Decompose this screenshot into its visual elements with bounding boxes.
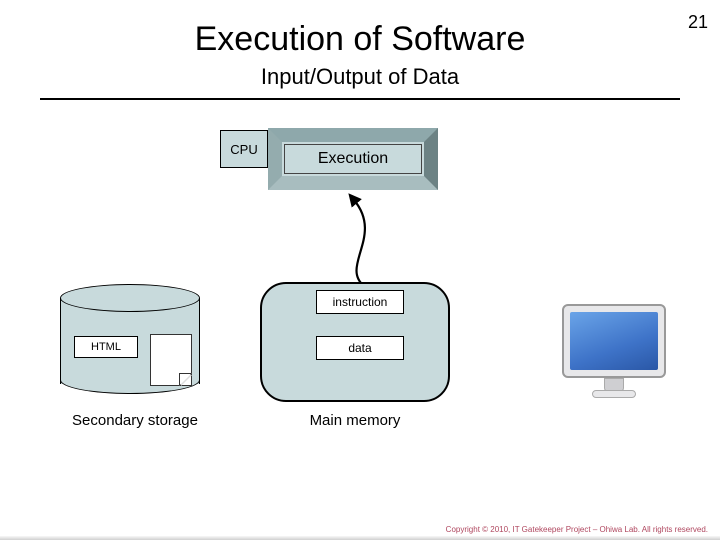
file-label: HTML <box>74 336 138 358</box>
instruction-cell: instruction <box>316 290 404 314</box>
cpu-label-box: CPU <box>220 130 268 168</box>
copyright-footer: Copyright © 2010, IT Gatekeeper Project … <box>446 525 708 534</box>
execution-label: Execution <box>284 144 422 174</box>
secondary-storage-caption: Secondary storage <box>60 412 210 429</box>
slide-title: Execution of Software <box>0 20 720 59</box>
data-cell: data <box>316 336 404 360</box>
monitor-icon <box>562 304 666 398</box>
divider <box>40 98 680 100</box>
slide-subtitle: Input/Output of Data <box>0 64 720 90</box>
main-memory-caption: Main memory <box>260 412 450 429</box>
slide: 21 Execution of Software Input/Output of… <box>0 0 720 540</box>
execution-box: Execution <box>268 128 438 190</box>
arrow-instruction-to-execution <box>330 186 390 294</box>
footer-bar <box>0 536 720 540</box>
file-icon <box>150 334 192 386</box>
